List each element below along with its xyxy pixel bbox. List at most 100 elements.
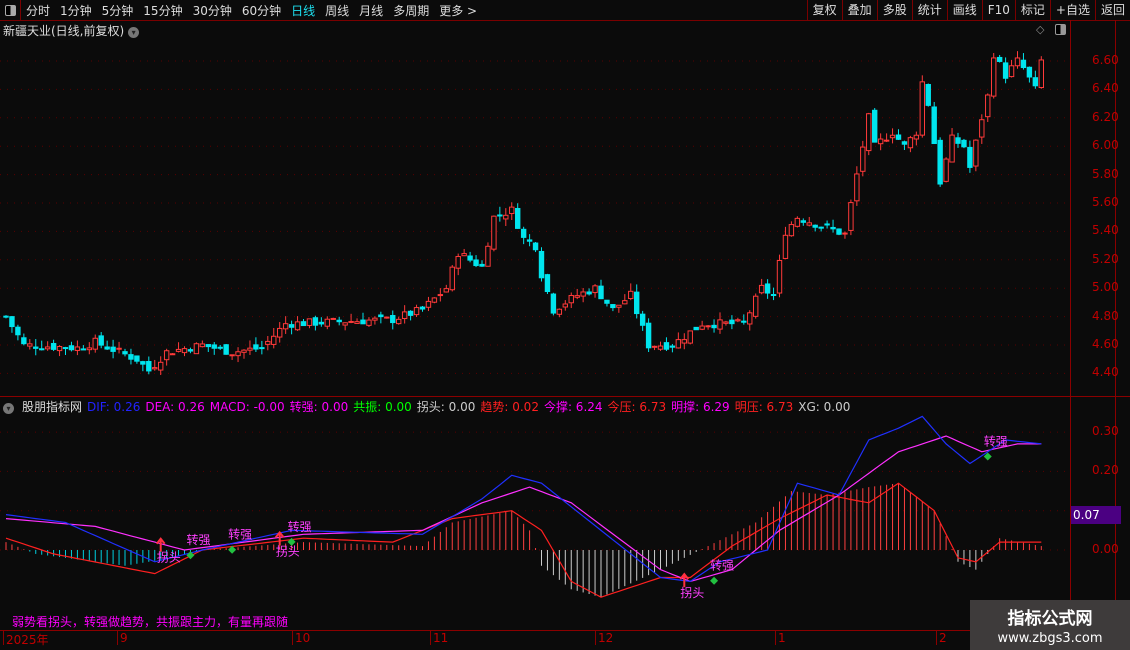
candle-body [401, 311, 408, 320]
candle-body [509, 206, 515, 215]
candle-body [634, 291, 640, 315]
candle-body [616, 304, 622, 308]
candle-body [651, 345, 658, 348]
candle-body [175, 348, 182, 352]
candle-body [568, 295, 574, 304]
price-tick-label: 6.40 [1092, 81, 1119, 96]
candle-body [378, 314, 384, 318]
candle-body [639, 313, 646, 326]
candle-body [961, 139, 967, 148]
signal-label: 拐头 [276, 543, 300, 558]
price-tick-label: 5.20 [1092, 251, 1119, 266]
candle-body [277, 327, 283, 338]
candle-body [146, 361, 152, 372]
candle-body [491, 215, 497, 250]
candle-body [735, 319, 741, 322]
candle-body [580, 291, 586, 297]
candle-body [449, 266, 455, 291]
time-axis-label: 9 [117, 631, 128, 645]
candle-body [842, 232, 848, 235]
candle-body [199, 343, 206, 348]
candle-body [62, 347, 69, 350]
indicator-tick-label: 0.20 [1092, 463, 1119, 478]
time-axis-label: 2025年 [3, 631, 49, 647]
price-tick-label: 5.60 [1092, 195, 1119, 209]
candle-body [336, 319, 342, 323]
candle-body [806, 222, 812, 226]
candle-body [360, 319, 366, 325]
candle-body [860, 146, 866, 172]
candle-body [866, 113, 872, 152]
candle-body [675, 339, 682, 349]
candle-body [431, 297, 438, 303]
candle-body [104, 346, 110, 350]
price-tick-label: 4.60 [1092, 337, 1119, 351]
candle-body [324, 318, 331, 327]
candle-body [56, 345, 63, 352]
candle-body [342, 322, 348, 326]
candle-body [241, 349, 247, 353]
candle-body [455, 256, 461, 269]
candle-body [854, 173, 860, 202]
candle-body [485, 245, 491, 267]
candle-body [187, 349, 194, 352]
candle-body [622, 300, 628, 305]
candle-body [384, 316, 390, 319]
candle-body [259, 347, 265, 350]
candle-body [247, 347, 253, 351]
time-axis-label: 12 [595, 631, 613, 645]
signal-label: 转强 [288, 519, 312, 534]
candle-body [479, 263, 485, 267]
candle-body [86, 347, 92, 351]
candle-body [747, 312, 753, 325]
candle-body [955, 137, 961, 144]
candle-body [169, 353, 176, 356]
candle-body [318, 321, 325, 325]
candle-body [515, 207, 521, 229]
candle-body [1008, 65, 1015, 78]
candle-body [687, 330, 693, 344]
candle-body [562, 303, 568, 308]
candle-body [979, 119, 985, 138]
candle-body [812, 224, 818, 228]
candle-body [996, 56, 1003, 62]
candle-body [217, 346, 223, 349]
candle-body [1002, 62, 1009, 79]
candle-body [44, 346, 51, 350]
candle-body [140, 361, 146, 365]
candle-body [574, 295, 580, 298]
candle-body [985, 94, 991, 118]
candle-body [50, 343, 57, 350]
toolbar-button[interactable]: 返回 [1094, 0, 1130, 20]
candle-body [271, 335, 277, 345]
candle-body [294, 321, 301, 331]
candle-body [901, 141, 908, 145]
candle-body [848, 202, 854, 231]
candle-body [949, 134, 955, 163]
candle-body [235, 351, 241, 357]
indicator-tick-label: 0.00 [1092, 542, 1119, 556]
candle-body [681, 339, 687, 344]
candle-body [15, 326, 21, 336]
candle-body [134, 355, 140, 362]
candle-body [830, 226, 836, 230]
candle-body [758, 284, 765, 294]
candle-body [699, 325, 705, 330]
chart-canvas[interactable]: 拐头转强 转强拐头转强拐头转强转强 [0, 0, 1070, 650]
candle-body [586, 291, 592, 295]
candle-body [407, 310, 414, 316]
candle-body [223, 344, 229, 355]
candle-body [3, 315, 9, 318]
candle-body [27, 343, 33, 347]
price-tick-label: 4.40 [1092, 365, 1119, 380]
candle-body [628, 290, 634, 300]
candle-body [604, 299, 610, 304]
candle-body [693, 326, 699, 331]
candle-body [788, 224, 795, 237]
watermark: 指标公式网 www.zbgs3.com [970, 600, 1130, 650]
candle-body [753, 295, 759, 317]
candle-body [794, 217, 801, 227]
candle-body [526, 239, 533, 242]
candle-body [711, 324, 717, 329]
candle-body [663, 342, 670, 350]
